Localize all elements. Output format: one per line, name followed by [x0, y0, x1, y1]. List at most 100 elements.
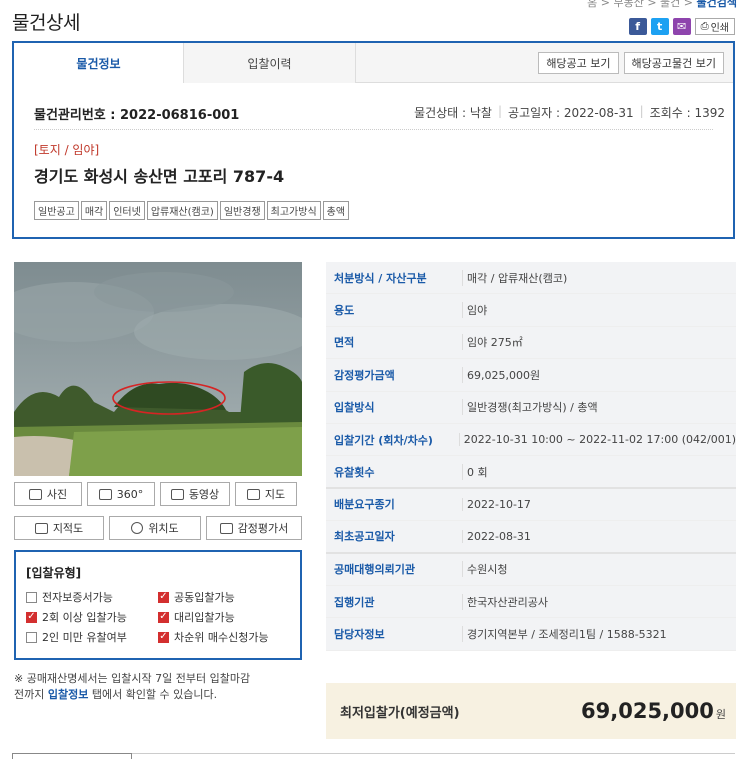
detail-label: 유찰횟수 — [334, 465, 375, 479]
detail-value: 2022-10-31 10:00 ~ 2022-11-02 17:00 (042… — [458, 433, 736, 447]
cadastral-map-button-label: 지적도 — [52, 522, 84, 535]
mail-share-icon[interactable]: ✉ — [672, 18, 691, 35]
detail-value: 2022-08-31 — [462, 529, 531, 543]
notice-date: 공고일자 : 2022-08-31 — [508, 106, 634, 120]
minimum-bid-value: 69,025,000 — [581, 699, 714, 723]
tag-list: 일반공고 매각 인터넷 압류재산(캠코) 일반경쟁 최고가방식 총액 — [34, 201, 350, 220]
view-count: 조회수 : 1392 — [649, 106, 725, 120]
video-button[interactable]: 동영상 — [160, 482, 230, 506]
detail-label: 입찰기간 (회차/차수) — [334, 433, 433, 447]
item-status: 물건상태 : 낙찰 — [414, 106, 492, 120]
view-notice-items-button[interactable]: 해당공고물건 보기 — [623, 51, 724, 74]
tag: 매각 — [80, 201, 108, 220]
detail-row: 입찰방식 일반경쟁(최고가방식) / 총액 — [326, 392, 736, 424]
detail-row: 유찰횟수 0 회 — [326, 456, 736, 489]
printer-icon: ⎙ — [700, 21, 709, 32]
detail-row: 배분요구종기 2022-10-17 — [326, 489, 736, 522]
divider — [34, 129, 713, 130]
video-camera-icon — [170, 488, 184, 500]
bid-type-box: [입찰유형] 전자보증서가능 ✓ 공동입찰가능 ✓ 2회 이상 입찰가능 ✓ 대리입찰… — [14, 550, 302, 660]
bid-type-options: 전자보증서가능 ✓ 공동입찰가능 ✓ 2회 이상 입찰가능 ✓ 대리입찰가능 2인 미… — [26, 589, 290, 645]
map-button[interactable]: 지도 — [235, 482, 297, 506]
appraisal-report-button-label: 감정평가서 — [237, 522, 289, 535]
page-title: 물건상세 — [12, 12, 80, 34]
checkbox-unchecked — [26, 591, 37, 603]
photo-button[interactable]: 사진 — [14, 482, 82, 506]
map-icon — [246, 488, 260, 500]
currency-unit: 원 — [715, 708, 726, 721]
item-meta: 물건상태 : 낙찰 | 공고일자 : 2022-08-31 | 조회수 : 1392 — [414, 104, 725, 120]
breadcrumb-path[interactable]: 홈 > 부동산 > 물건 > — [587, 0, 696, 9]
note-line-1: ※ 공매재산명세서는 입찰시작 7일 전부터 입찰마감 — [14, 672, 251, 685]
bid-option-joint-bid: ✓ 공동입찰가능 — [158, 589, 288, 605]
bottom-tab[interactable] — [12, 753, 132, 759]
detail-row: 처분방식 / 자산구분 매각 / 압류재산(캠코) — [326, 262, 736, 295]
cadastral-map-button[interactable]: 지적도 — [14, 516, 104, 540]
location-map-button[interactable]: 위치도 — [109, 516, 201, 540]
checkbox-checked: ✓ — [158, 591, 169, 603]
detail-value: 임야 275㎡ — [462, 334, 523, 351]
share-bar: f t ✉ ⎙ 인쇄 — [628, 18, 735, 35]
tag: 총액 — [322, 201, 350, 220]
bid-info-link[interactable]: 입찰정보 — [48, 688, 88, 701]
detail-value: 경기지역본부 / 조세정리1팀 / 1588-5321 — [462, 625, 667, 642]
detail-value: 69,025,000원 — [462, 366, 540, 383]
breadcrumb-current[interactable]: 물건검색 — [697, 0, 737, 9]
property-photo[interactable] — [14, 262, 302, 476]
item-address: 경기도 화성시 송산면 고포리 787-4 — [34, 167, 285, 186]
minimum-bid-price: 최저입찰가(예정금액) 69,025,000 원 — [326, 683, 736, 739]
checkbox-checked: ✓ — [158, 631, 169, 643]
minimum-bid-label: 최저입찰가(예정금액) — [340, 705, 460, 721]
detail-row: 입찰기간 (회차/차수) 2022-10-31 10:00 ~ 2022-11-0… — [326, 424, 736, 457]
bid-option-label: 공동입찰가능 — [174, 591, 235, 604]
facebook-share-icon[interactable]: f — [628, 18, 647, 35]
detail-value: 매각 / 압류재산(캠코) — [462, 269, 567, 286]
detail-label: 면적 — [334, 336, 355, 350]
print-button[interactable]: ⎙ 인쇄 — [694, 18, 735, 35]
tag: 최고가방식 — [266, 201, 321, 220]
media-button-row-2: 지적도 위치도 감정평가서 — [14, 516, 302, 540]
detail-group-2: 배분요구종기 2022-10-17 최초공고일자 2022-08-31 — [326, 488, 736, 554]
bid-option-second-bidder: ✓ 차순위 매수신청가능 — [158, 629, 288, 645]
detail-group-1: 처분방식 / 자산구분 매각 / 압류재산(캠코) 용도 임야 면적 임야 275㎡ … — [326, 262, 736, 489]
checkbox-unchecked — [26, 631, 37, 643]
detail-value: 2022-10-17 — [462, 497, 531, 511]
bid-option-e-guarantee: 전자보증서가능 — [26, 589, 158, 605]
detail-label: 담당자정보 — [334, 627, 385, 641]
download-icon — [219, 522, 233, 534]
detail-value: 한국자산관리공사 — [462, 593, 548, 610]
bid-option-min-bidders: 2인 미만 유찰여부 — [26, 629, 158, 645]
detail-row: 공매대행의뢰기관 수원시청 — [326, 554, 736, 586]
camera-360-icon — [98, 488, 112, 500]
bid-option-proxy-bid: ✓ 대리입찰가능 — [158, 609, 288, 625]
property-photo-image — [14, 262, 302, 476]
location-map-button-label: 위치도 — [148, 522, 179, 535]
detail-value: 수원시청 — [462, 561, 507, 578]
detail-label: 입찰방식 — [334, 401, 375, 415]
breadcrumb: 홈 > 부동산 > 물건 > 물건검색 — [587, 0, 737, 10]
detail-label: 배분요구종기 — [334, 498, 395, 512]
detail-row: 용도 임야 — [326, 294, 736, 327]
tab-item-info[interactable]: 물건정보 — [14, 43, 184, 83]
note-line-2: 전까지 입찰정보 탭에서 확인할 수 있습니다. — [14, 687, 314, 703]
twitter-share-icon[interactable]: t — [650, 18, 669, 35]
bid-type-title: [입찰유형] — [26, 566, 82, 580]
bid-option-label: 차순위 매수신청가능 — [174, 631, 269, 644]
detail-label: 용도 — [334, 304, 355, 318]
detail-group-3: 공매대행의뢰기관 수원시청 집행기관 한국자산관리공사 담당자정보 경기지역본부 / … — [326, 553, 736, 651]
view360-button[interactable]: 360° — [87, 482, 155, 506]
tab-bar: 물건정보 입찰이력 해당공고 보기 해당공고물건 보기 — [14, 43, 733, 83]
location-pin-icon — [131, 522, 144, 534]
tag: 압류재산(캠코) — [146, 201, 218, 220]
checkbox-checked: ✓ — [26, 611, 37, 623]
item-summary-box: 물건정보 입찰이력 해당공고 보기 해당공고물건 보기 물건관리번호 : 202… — [12, 41, 735, 239]
appraisal-report-button[interactable]: 감정평가서 — [206, 516, 302, 540]
photo-button-label: 사진 — [46, 488, 68, 501]
detail-label: 공매대행의뢰기관 — [334, 563, 415, 577]
detail-label: 처분방식 / 자산구분 — [334, 271, 427, 285]
item-category: [토지 / 임야] — [34, 143, 100, 157]
media-button-row-1: 사진 360° 동영상 지도 — [14, 482, 297, 506]
tab-bid-history[interactable]: 입찰이력 — [184, 43, 356, 83]
view-notice-button[interactable]: 해당공고 보기 — [538, 51, 619, 74]
print-label: 인쇄 — [710, 23, 729, 34]
